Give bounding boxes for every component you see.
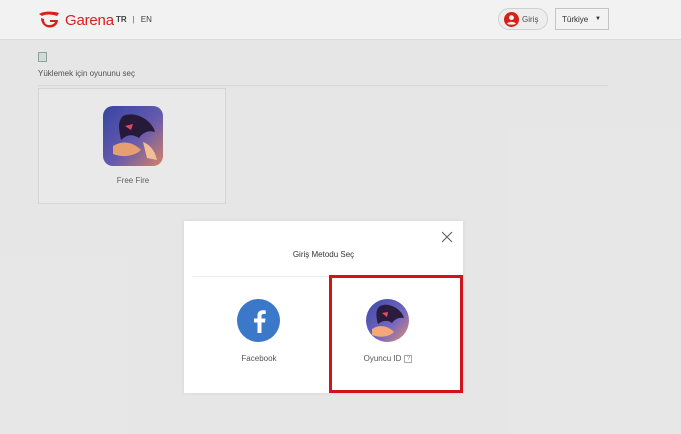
close-icon[interactable] — [440, 230, 454, 244]
player-id-label: Oyuncu ID — [363, 354, 402, 363]
help-icon[interactable]: ? — [404, 354, 413, 363]
login-method-modal: Giriş Metodu Seç Facebook Oyuncu ID ? — [184, 221, 463, 393]
player-id-label-row: Oyuncu ID? — [330, 354, 446, 363]
facebook-icon — [237, 299, 280, 342]
player-id-login-option[interactable]: Oyuncu ID? — [330, 277, 464, 393]
facebook-label: Facebook — [241, 354, 277, 363]
facebook-login-option[interactable]: Facebook — [192, 277, 326, 393]
player-avatar-icon — [366, 299, 409, 342]
modal-title: Giriş Metodu Seç — [292, 250, 355, 259]
